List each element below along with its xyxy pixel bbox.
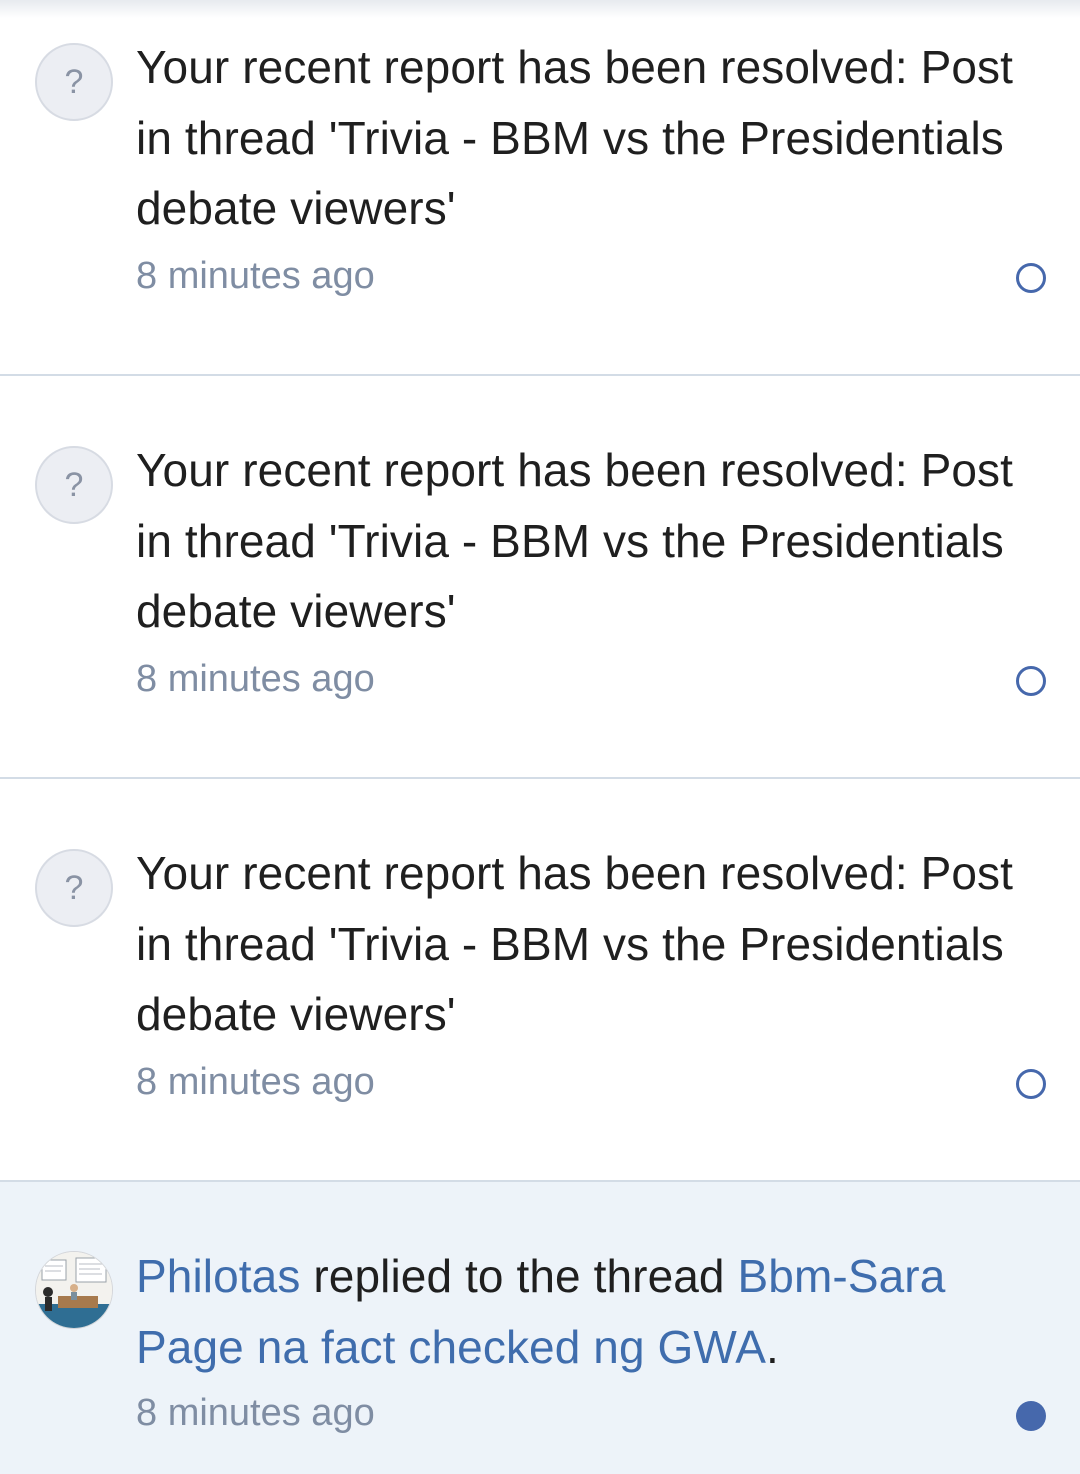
alerts-page: ? Your recent report has been resolved: …: [0, 0, 1080, 1474]
notification-time: 8 minutes ago: [136, 658, 375, 700]
user-link[interactable]: Philotas: [136, 1250, 300, 1302]
hollow-circle-icon[interactable]: [1016, 666, 1046, 696]
avatar-cartoon-image: [36, 1252, 112, 1328]
question-mark-avatar-icon: ?: [35, 849, 113, 927]
question-mark-avatar-icon: ?: [35, 43, 113, 121]
notification-item[interactable]: ? Your recent report has been resolved: …: [0, 0, 1080, 376]
notification-item[interactable]: ? Your recent report has been resolved: …: [0, 779, 1080, 1182]
hollow-circle-icon[interactable]: [1016, 1069, 1046, 1099]
notification-message: Philotas replied to the thread Bbm-Sara …: [136, 1241, 1036, 1382]
notification-time: 8 minutes ago: [136, 255, 375, 297]
filled-circle-icon[interactable]: [1016, 1401, 1046, 1431]
user-avatar[interactable]: [35, 1251, 113, 1329]
notification-time: 8 minutes ago: [136, 1061, 375, 1103]
notification-message[interactable]: Your recent report has been resolved: Po…: [136, 435, 1036, 647]
action-text: replied to the thread: [313, 1250, 725, 1302]
notification-item-unread[interactable]: Philotas replied to the thread Bbm-Sara …: [0, 1182, 1080, 1474]
notification-message[interactable]: Your recent report has been resolved: Po…: [136, 32, 1036, 244]
notification-item[interactable]: ? Your recent report has been resolved: …: [0, 376, 1080, 779]
hollow-circle-icon[interactable]: [1016, 263, 1046, 293]
notification-time: 8 minutes ago: [136, 1392, 375, 1434]
question-mark-avatar-icon: ?: [35, 446, 113, 524]
notification-message[interactable]: Your recent report has been resolved: Po…: [136, 838, 1036, 1050]
message-punctuation: .: [766, 1320, 779, 1373]
